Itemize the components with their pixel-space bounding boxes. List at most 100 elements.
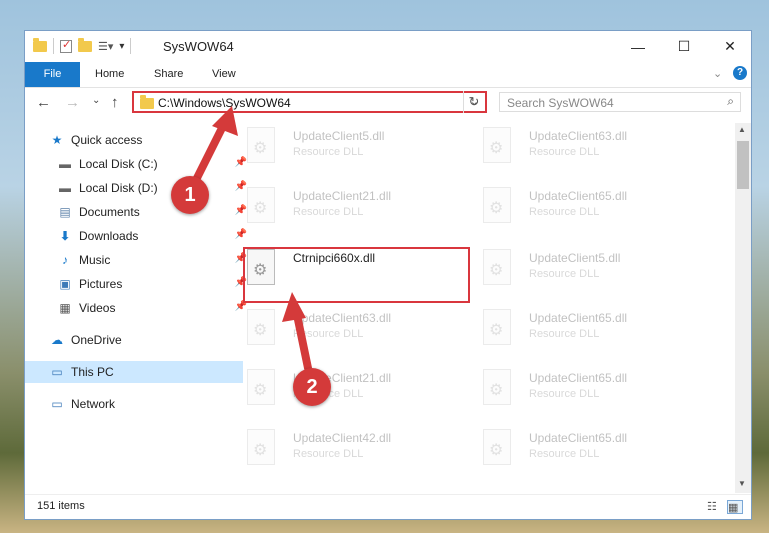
- dll-file-icon: ⚙: [247, 187, 275, 223]
- customize-toolbar-icon[interactable]: ☰▾: [98, 40, 113, 53]
- title-bar: ☰▾ ▾ SysWOW64 — ☐ ✕: [25, 31, 751, 62]
- step-badge-1: 1: [171, 176, 209, 214]
- dll-file-icon: ⚙: [483, 187, 511, 223]
- expand-ribbon-icon[interactable]: ⌄: [713, 67, 722, 80]
- address-bar[interactable]: C:\Windows\SysWOW64 ⌄: [132, 91, 487, 113]
- tab-view[interactable]: View: [212, 62, 236, 87]
- file-item[interactable]: ⚙ UpdateClient21.dll Resource DLL: [241, 365, 461, 423]
- drive-icon: ▬: [59, 181, 71, 195]
- file-type: Resource DLL: [529, 146, 600, 158]
- sidebar-item-label: Downloads: [79, 229, 139, 243]
- search-placeholder: Search SysWOW64: [507, 96, 614, 110]
- help-icon[interactable]: ?: [733, 66, 747, 80]
- file-type: Resource DLL: [529, 206, 600, 218]
- file-item[interactable]: ⚙ UpdateClient5.dll Resource DLL: [241, 123, 461, 181]
- file-item[interactable]: ⚙ UpdateClient63.dll Resource DLL: [477, 123, 697, 181]
- scroll-down-icon[interactable]: ▼: [738, 479, 746, 488]
- sidebar-item-label: Local Disk (D:): [79, 181, 158, 195]
- minimize-button[interactable]: —: [615, 31, 661, 62]
- file-name: UpdateClient65.dll: [529, 189, 628, 203]
- gear-icon: ⚙: [253, 140, 268, 157]
- sidebar-item-onedrive[interactable]: ☁ OneDrive: [25, 329, 243, 351]
- quick-access-toolbar: ☰▾ ▾: [33, 37, 132, 54]
- toolbar-divider: [130, 38, 132, 54]
- dll-file-icon: ⚙: [483, 369, 511, 405]
- music-icon: ♪: [62, 253, 68, 267]
- file-item[interactable]: ⚙ UpdateClient63.dll Resource DLL: [241, 305, 461, 363]
- recent-locations-button[interactable]: ⌄: [92, 95, 100, 106]
- sidebar-item-downloads[interactable]: ⬇ Downloads 📌: [25, 225, 251, 247]
- tab-file[interactable]: File: [25, 62, 80, 87]
- back-button[interactable]: ←: [36, 94, 51, 111]
- properties-icon[interactable]: [60, 38, 72, 53]
- sidebar-item-music[interactable]: ♪ Music 📌: [25, 249, 251, 271]
- search-icon: ⌕: [727, 94, 734, 108]
- file-item[interactable]: ⚙ UpdateClient65.dll Resource DLL: [477, 183, 697, 241]
- sidebar-item-local-disk-c[interactable]: ▬ Local Disk (C:) 📌: [25, 153, 251, 175]
- file-item[interactable]: ⚙ UpdateClient65.dll Resource DLL: [477, 305, 697, 363]
- dll-file-icon: ⚙: [247, 429, 275, 465]
- pictures-icon: ▣: [59, 277, 71, 291]
- file-name: UpdateClient65.dll: [529, 371, 628, 385]
- download-arrow-icon: ⬇: [59, 229, 71, 243]
- refresh-button[interactable]: ↻: [463, 91, 484, 113]
- minimize-icon: —: [631, 38, 645, 55]
- file-name: UpdateClient63.dll: [529, 129, 628, 143]
- sidebar-item-pictures[interactable]: ▣ Pictures 📌: [25, 273, 251, 295]
- file-item[interactable]: ⚙ UpdateClient42.dll Resource DLL: [241, 425, 461, 483]
- sidebar-item-documents[interactable]: ▤ Documents 📌: [25, 201, 251, 223]
- file-name: UpdateClient65.dll: [529, 431, 628, 445]
- sidebar-item-label: Local Disk (C:): [79, 157, 158, 171]
- network-icon: ▭: [51, 397, 63, 411]
- file-type: Resource DLL: [529, 328, 600, 340]
- sidebar-item-local-disk-d[interactable]: ▬ Local Disk (D:) 📌: [25, 177, 251, 199]
- toolbar-divider: [53, 38, 54, 54]
- drive-icon: ▬: [59, 157, 71, 171]
- file-explorer-window: ☰▾ ▾ SysWOW64 — ☐ ✕ File Home Share View…: [24, 30, 752, 520]
- sidebar-item-label: Pictures: [79, 277, 123, 291]
- vertical-scrollbar[interactable]: ▲ ▼: [735, 123, 751, 493]
- file-type: Resource DLL: [293, 146, 364, 158]
- star-icon: ★: [51, 133, 63, 147]
- chevron-down-icon[interactable]: ▾: [119, 41, 124, 52]
- sidebar-item-this-pc[interactable]: ▭ This PC: [25, 361, 243, 383]
- item-count: 151 items: [37, 500, 85, 512]
- sidebar-item-videos[interactable]: ▦ Videos 📌: [25, 297, 251, 319]
- forward-button[interactable]: →: [65, 94, 80, 111]
- file-highlight-box: [243, 247, 470, 303]
- new-folder-icon[interactable]: [78, 37, 92, 52]
- sidebar-item-label: Quick access: [71, 133, 143, 147]
- file-item[interactable]: ⚙ UpdateClient65.dll Resource DLL: [477, 425, 697, 483]
- maximize-icon: ☐: [677, 38, 691, 54]
- scroll-up-icon[interactable]: ▲: [738, 125, 746, 134]
- large-icons-view-icon[interactable]: ▦: [727, 500, 743, 514]
- gear-icon: ⚙: [253, 382, 268, 399]
- sidebar-item-network[interactable]: ▭ Network: [25, 393, 243, 415]
- documents-icon: ▤: [59, 205, 71, 219]
- close-button[interactable]: ✕: [707, 31, 753, 62]
- tab-share[interactable]: Share: [154, 62, 183, 87]
- sidebar-item-quick-access[interactable]: ★ Quick access: [25, 129, 243, 151]
- details-view-icon[interactable]: ☷: [707, 500, 721, 513]
- dll-file-icon: ⚙: [483, 309, 511, 345]
- file-name: UpdateClient65.dll: [529, 311, 628, 325]
- folder-icon[interactable]: [33, 37, 47, 52]
- file-name: UpdateClient42.dll: [293, 431, 392, 445]
- gear-icon: ⚙: [489, 382, 504, 399]
- sidebar-item-label: Music: [79, 253, 111, 267]
- file-item[interactable]: ⚙ UpdateClient5.dll Resource DLL: [477, 245, 697, 303]
- sidebar-item-label: This PC: [71, 365, 114, 379]
- cloud-icon: ☁: [51, 333, 63, 347]
- file-item[interactable]: ⚙ UpdateClient21.dll Resource DLL: [241, 183, 461, 241]
- gear-icon: ⚙: [489, 442, 504, 459]
- file-item[interactable]: ⚙ UpdateClient65.dll Resource DLL: [477, 365, 697, 423]
- gear-icon: ⚙: [489, 262, 504, 279]
- scrollbar-thumb[interactable]: [737, 141, 749, 189]
- window-title: SysWOW64: [163, 39, 234, 54]
- dll-file-icon: ⚙: [247, 309, 275, 345]
- tab-home[interactable]: Home: [95, 62, 124, 87]
- search-input[interactable]: Search SysWOW64 ⌕: [499, 92, 741, 112]
- maximize-button[interactable]: ☐: [661, 31, 707, 62]
- gear-icon: ⚙: [489, 322, 504, 339]
- up-button[interactable]: ↑: [111, 94, 119, 111]
